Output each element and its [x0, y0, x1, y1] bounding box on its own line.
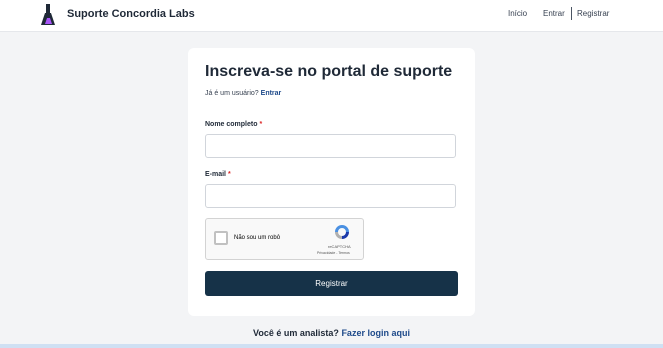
required-marker: * [259, 121, 263, 128]
full-name-label-text: Nome completo [205, 121, 258, 128]
checkbox-icon[interactable] [214, 231, 228, 245]
login-link[interactable]: Entrar [261, 90, 282, 97]
email-field[interactable] [205, 184, 456, 208]
full-name-label: Nome completo * [205, 121, 262, 128]
already-user-text: Já é um usuário? Entrar [205, 90, 281, 97]
recaptcha-widget: Não sou um robô reCAPTCHA Privacidade - … [205, 218, 364, 260]
register-button[interactable]: Registrar [205, 271, 458, 296]
analyst-login-link[interactable]: Fazer login aqui [341, 328, 410, 338]
page-title: Inscreva-se no portal de suporte [205, 63, 453, 80]
recaptcha-label: Não sou um robô [234, 235, 281, 241]
recaptcha-links[interactable]: Privacidade - Termos [317, 251, 350, 255]
recaptcha-icon [335, 225, 349, 239]
analyst-question: Você é um analista? [253, 328, 339, 338]
full-name-field[interactable] [205, 134, 456, 158]
brand-title[interactable]: Suporte Concordia Labs [67, 8, 195, 20]
signup-card: Inscreva-se no portal de suporte Já é um… [188, 48, 475, 316]
nav-register-link[interactable]: Registrar [577, 9, 609, 18]
required-marker: * [228, 171, 231, 178]
recaptcha-brand: reCAPTCHA [328, 244, 351, 249]
flask-logo-icon[interactable] [41, 4, 55, 26]
top-navigation-bar: Suporte Concordia Labs Início Entrar Reg… [0, 0, 663, 32]
analyst-login-prompt: Você é um analista? Fazer login aqui [0, 328, 663, 338]
nav-home-link[interactable]: Início [508, 9, 527, 18]
email-label-text: E-mail [205, 171, 227, 178]
already-user-label: Já é um usuário? [205, 90, 259, 97]
email-label: E-mail * [205, 171, 231, 178]
nav-divider [571, 7, 572, 20]
nav-login-link[interactable]: Entrar [543, 9, 565, 18]
bottom-strip [0, 344, 663, 348]
